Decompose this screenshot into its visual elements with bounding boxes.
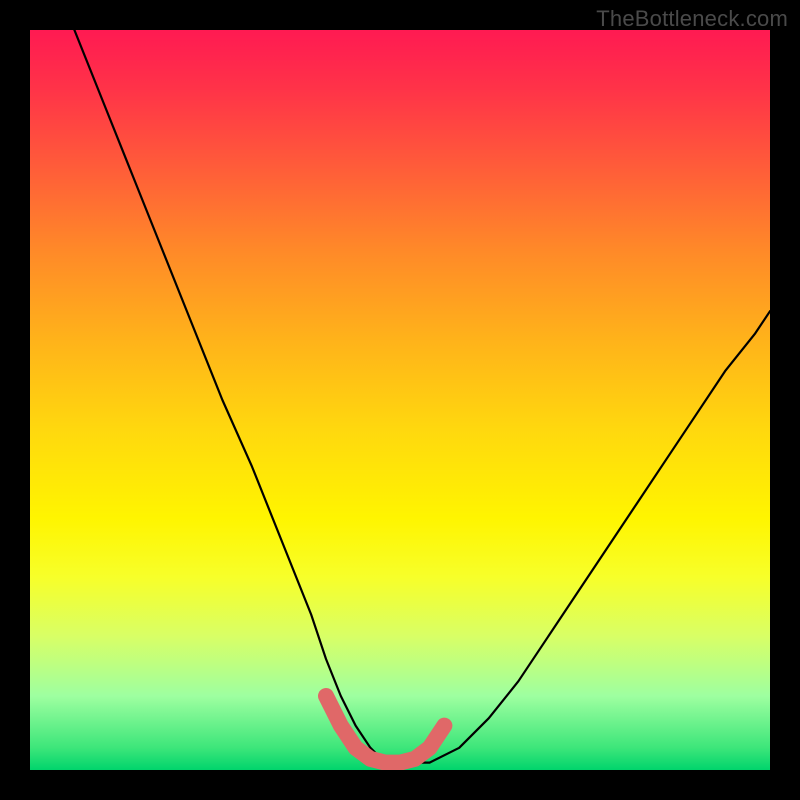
chart-frame: TheBottleneck.com bbox=[0, 0, 800, 800]
bottleneck-curve bbox=[74, 30, 770, 763]
plot-area bbox=[30, 30, 770, 770]
plot-svg bbox=[30, 30, 770, 770]
watermark-text: TheBottleneck.com bbox=[596, 6, 788, 32]
highlight-region bbox=[326, 696, 444, 763]
